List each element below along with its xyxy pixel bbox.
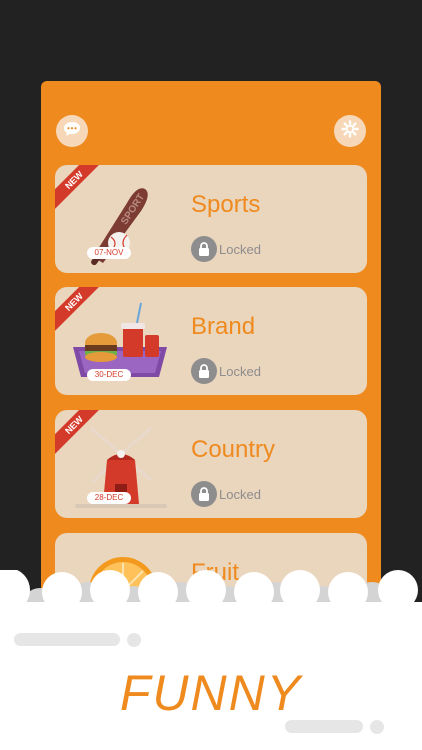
- lock-icon: [191, 358, 217, 384]
- locked-status: Locked: [219, 364, 261, 379]
- locked-status: Locked: [219, 242, 261, 257]
- gear-icon: [341, 119, 359, 143]
- lock-icon: [191, 236, 217, 262]
- category-title: Brand: [191, 313, 256, 340]
- category-title: Country: [191, 436, 276, 463]
- settings-button[interactable]: [334, 115, 366, 147]
- chat-button[interactable]: [56, 115, 88, 147]
- category-card-sports[interactable]: SPORT NEW 07-NOV Sports Locked: [55, 165, 367, 273]
- lock-icon: [191, 481, 217, 507]
- category-title: Sports: [191, 191, 261, 218]
- chat-bubble-icon: [63, 121, 81, 142]
- category-card-country[interactable]: NEW 28-DEC Country Locked: [55, 410, 367, 518]
- date-badge: 28-DEC: [87, 492, 131, 504]
- footer-caption: FUNNY: [119, 665, 303, 721]
- date-badge: 07-NOV: [87, 247, 131, 259]
- date-badge: 30-DEC: [87, 369, 131, 381]
- locked-status: Locked: [219, 487, 261, 502]
- category-card-brand[interactable]: NEW 30-DEC Brand Locked: [55, 287, 367, 395]
- cloud-decoration: [0, 570, 422, 750]
